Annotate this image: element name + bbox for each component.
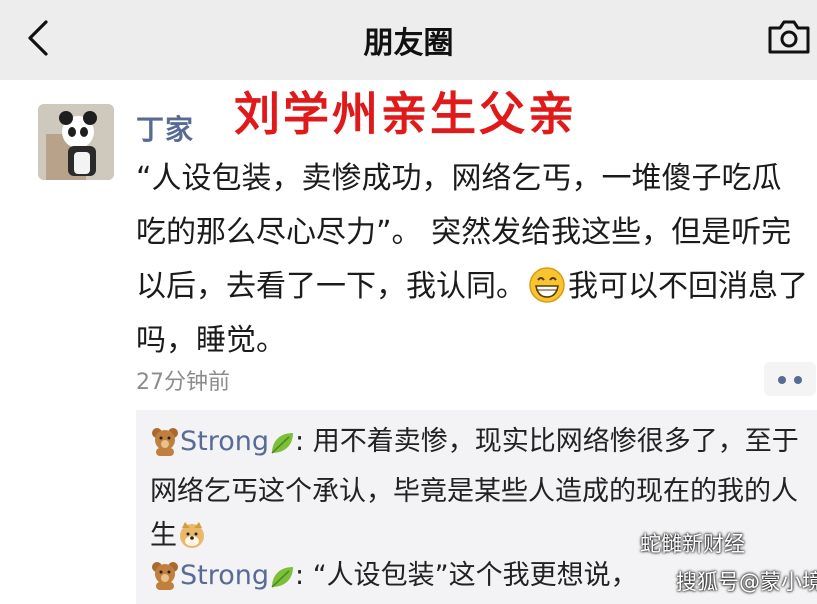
page-title: 朋友圈 <box>363 26 454 61</box>
camera-button[interactable] <box>766 16 812 56</box>
leaf-emoji-icon <box>269 426 295 470</box>
top-bar: 朋友圈 <box>0 0 817 80</box>
comment-author[interactable]: Strong <box>180 426 269 457</box>
camera-icon <box>768 20 810 54</box>
more-dot-icon <box>794 376 802 384</box>
comment-author[interactable]: Strong <box>180 560 269 591</box>
avatar[interactable] <box>38 104 114 180</box>
overlay-banner: 刘学州亲生父亲 <box>234 87 577 141</box>
post-author[interactable]: 丁家 <box>136 108 194 148</box>
teddy-bear-emoji-icon <box>150 426 180 470</box>
post-timestamp: 27分钟前 <box>136 370 230 395</box>
teddy-bear-emoji-icon <box>150 560 180 604</box>
comment-text: : “人设包装”这个我更想说， <box>295 560 638 591</box>
watermark-line1: 蛇雠新财经 <box>640 532 745 556</box>
watermark-line2: 搜狐号@蒙小境 <box>676 570 817 594</box>
leaf-emoji-icon <box>269 560 295 604</box>
more-dot-icon <box>778 376 786 384</box>
post-text: “人设包装，卖惨成功，网络乞丐，一堆傻子吃瓜吃的那么尽心尽力”。 突然发给我这些… <box>136 152 808 368</box>
panda-avatar-icon <box>38 104 114 180</box>
grinning-face-emoji-icon <box>528 266 566 304</box>
more-actions-button[interactable] <box>764 362 816 396</box>
